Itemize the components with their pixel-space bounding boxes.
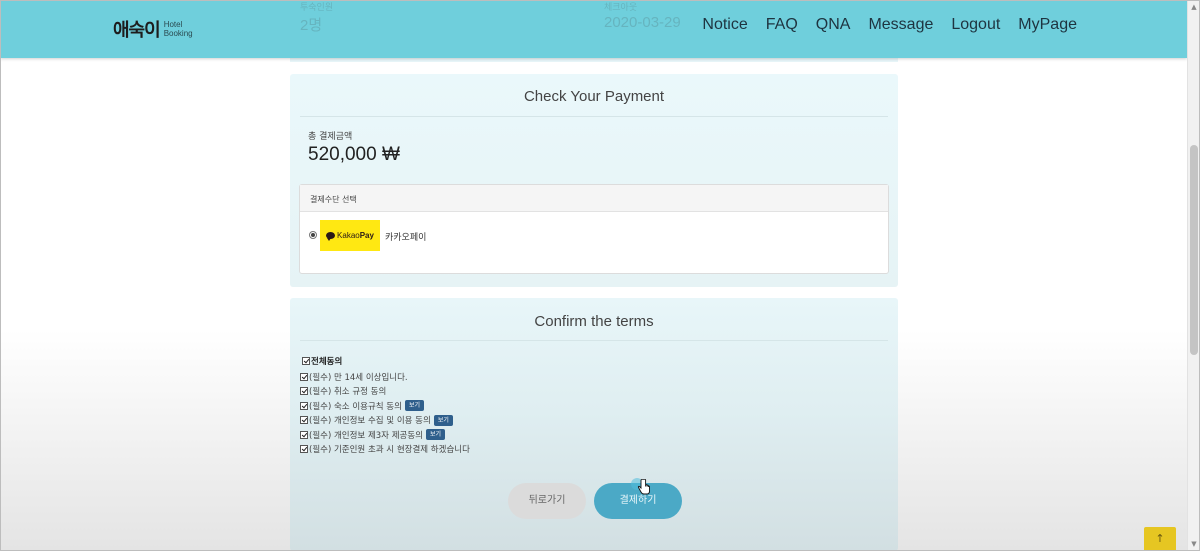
hand-cursor-icon — [637, 479, 650, 495]
site-logo[interactable]: 애숙이 Hotel Booking — [113, 16, 193, 42]
term-age-label: (필수) 만 14세 이상입니다. — [309, 372, 408, 383]
top-navbar: 투숙인원 2명 체크아웃 2020-03-29 애숙이 Hotel Bookin… — [0, 0, 1187, 58]
terms-list: 전체동의 (필수) 만 14세 이상입니다. (필수) 취소 규정 동의 (필수… — [300, 354, 470, 457]
logo-sub-line2: Booking — [163, 29, 193, 38]
total-amount-value: 520,000 ₩ — [308, 144, 400, 165]
previous-card-bottom — [290, 58, 898, 62]
arrow-up-icon: ↑ — [1155, 532, 1165, 545]
nav-logout[interactable]: Logout — [951, 16, 1000, 34]
payment-method-header: 결제수단 선택 — [300, 185, 888, 212]
term-row-age: (필수) 만 14세 이상입니다. — [300, 370, 470, 385]
payment-card: Check Your Payment 총 결제금액 520,000 ₩ 결제수단… — [290, 74, 898, 287]
term-cancel-checkbox[interactable] — [300, 387, 308, 396]
term-rules-view-button[interactable]: 보기 — [404, 400, 424, 412]
kakaopay-radio[interactable] — [309, 231, 317, 239]
kakaopay-logo-kakao: Kakao — [337, 231, 360, 240]
term-rules-label: (필수) 숙소 이용규칙 동의 — [309, 401, 402, 412]
scroll-down-arrow-icon[interactable]: ▼ — [1188, 537, 1200, 551]
nav-faq[interactable]: FAQ — [766, 16, 798, 34]
agree-all-label: 전체동의 — [311, 357, 343, 368]
page-scrollbar[interactable]: ▲ ▼ — [1187, 0, 1199, 551]
kakaopay-logo[interactable]: KakaoPay — [320, 220, 380, 251]
terms-title-divider — [300, 340, 888, 341]
main-nav: Notice FAQ QNA Message Logout MyPage — [702, 16, 1077, 34]
term-privacy-label: (필수) 개인정보 수집 및 이용 동의 — [309, 416, 431, 427]
total-amount-label: 총 결제금액 — [308, 132, 353, 142]
term-cancel-label: (필수) 취소 규정 동의 — [309, 387, 387, 398]
scroll-up-arrow-icon[interactable]: ▲ — [1188, 0, 1200, 14]
ghost-guest-label: 투숙인원 — [300, 2, 334, 12]
payment-method-panel: 결제수단 선택 KakaoPay 카카오페이 — [299, 184, 889, 274]
term-thirdparty-checkbox[interactable] — [300, 430, 308, 439]
terms-card: Confirm the terms 전체동의 (필수) 만 14세 이상입니다.… — [290, 298, 898, 551]
term-row-thirdparty: (필수) 개인정보 제3자 제공동의 보기 — [300, 428, 470, 443]
ghost-guest-value: 2명 — [300, 17, 323, 34]
scroll-to-top-button[interactable]: ↑ — [1144, 527, 1176, 551]
ghost-date-value: 2020-03-29 — [604, 14, 681, 31]
kakaopay-logo-pay: Pay — [359, 231, 374, 240]
term-onsite-payment-label: (필수) 기준인원 초과 시 현장결제 하겠습니다 — [309, 445, 470, 456]
term-thirdparty-view-button[interactable]: 보기 — [426, 429, 446, 441]
agree-all-row: 전체동의 — [302, 354, 470, 369]
ghost-date-label: 체크아웃 — [604, 2, 638, 12]
agree-all-checkbox[interactable] — [302, 357, 310, 366]
logo-wordmark: 애숙이 — [113, 20, 161, 41]
terms-title: Confirm the terms — [534, 313, 654, 330]
term-row-cancel: (필수) 취소 규정 동의 — [300, 384, 470, 399]
logo-subtitle: Hotel Booking — [164, 20, 193, 38]
payment-title-divider — [300, 116, 888, 117]
term-privacy-view-button[interactable]: 보기 — [433, 414, 453, 426]
term-privacy-checkbox[interactable] — [300, 416, 308, 425]
term-onsite-payment-checkbox[interactable] — [300, 445, 308, 454]
term-age-checkbox[interactable] — [300, 372, 308, 381]
term-row-rules: (필수) 숙소 이용규칙 동의 보기 — [300, 399, 470, 414]
logo-sub-line1: Hotel — [163, 20, 183, 29]
scrollbar-thumb[interactable] — [1190, 145, 1198, 355]
back-button[interactable]: 뒤로가기 — [508, 483, 586, 519]
kakaopay-label: 카카오페이 — [385, 233, 427, 243]
term-thirdparty-label: (필수) 개인정보 제3자 제공동의 — [309, 430, 423, 441]
term-row-privacy: (필수) 개인정보 수집 및 이용 동의 보기 — [300, 413, 470, 428]
payment-title: Check Your Payment — [523, 88, 665, 105]
chat-bubble-icon — [326, 232, 336, 241]
term-row-onsite-payment: (필수) 기준인원 초과 시 현장결제 하겠습니다 — [300, 442, 470, 457]
term-rules-checkbox[interactable] — [300, 401, 308, 410]
nav-notice[interactable]: Notice — [702, 16, 747, 34]
kakaopay-logo-text: KakaoPay — [337, 231, 374, 240]
nav-qna[interactable]: QNA — [816, 16, 851, 34]
nav-mypage[interactable]: MyPage — [1018, 16, 1077, 34]
nav-message[interactable]: Message — [868, 16, 933, 34]
